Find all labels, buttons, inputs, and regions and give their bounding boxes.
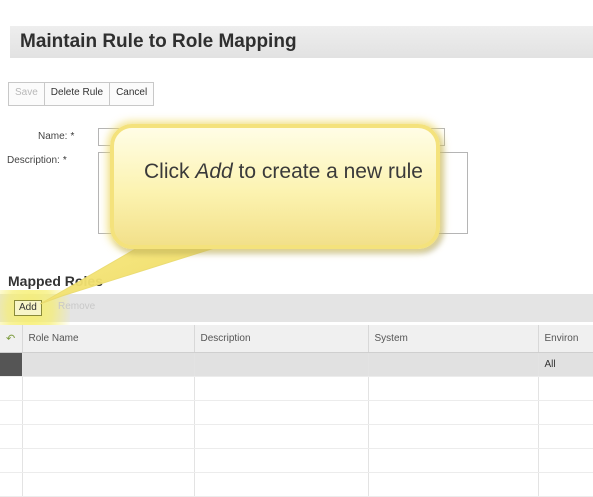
table-row[interactable]: All [0,352,593,377]
empty-cell [22,472,195,497]
title-bar: Maintain Rule to Role Mapping [10,26,593,58]
column-description[interactable]: Description [194,325,369,353]
callout-text: Click Add to create a new rule [144,158,424,186]
empty-cell [538,448,593,473]
table-row[interactable] [0,400,593,425]
tooltip-callout: Click Add to create a new rule [110,124,440,249]
cancel-button[interactable]: Cancel [110,83,154,105]
empty-cell [368,376,539,401]
required-marker: * [70,131,75,142]
row-selector[interactable] [0,376,23,401]
table-row[interactable] [0,472,593,497]
empty-cell [194,400,369,425]
callout-text-prefix: Click [144,160,196,183]
row-selector[interactable] [0,424,23,449]
name-label-text: Name: [38,131,68,142]
empty-cell [538,400,593,425]
callout-text-suffix: to create a new rule [232,160,423,183]
form-toolbar: Save Delete Rule Cancel [8,82,155,106]
row-selector[interactable] [0,472,23,497]
empty-cell [538,424,593,449]
table-row[interactable] [0,424,593,449]
empty-cell [368,472,539,497]
row-selector[interactable] [0,448,23,473]
column-environment[interactable]: Environ [538,325,593,353]
empty-cell [368,400,539,425]
callout-text-emphasis: Add [195,160,233,183]
table-row[interactable] [0,376,593,401]
empty-cell [194,376,369,401]
empty-cell [22,424,195,449]
system-cell[interactable] [368,352,539,377]
table-header-row: ↶ Role Name Description System Environ [0,325,593,353]
empty-cell [22,448,195,473]
save-button[interactable]: Save [9,83,45,105]
description-label: Description: * [7,155,67,166]
empty-cell [22,400,195,425]
empty-cell [194,472,369,497]
table-row[interactable] [0,448,593,473]
delete-rule-button[interactable]: Delete Rule [44,83,111,105]
row-selector[interactable] [0,400,23,425]
description-cell[interactable] [194,352,369,377]
role-name-cell[interactable] [22,352,195,377]
required-marker: * [62,155,67,166]
mapped-roles-title: Mapped Roles [8,273,103,289]
name-label: Name: * [38,131,74,142]
empty-cell [194,448,369,473]
page-title: Maintain Rule to Role Mapping [20,31,297,52]
environment-cell[interactable]: All [538,352,593,377]
empty-cell [194,424,369,449]
row-selector[interactable] [0,352,23,377]
empty-cell [22,376,195,401]
column-role-name[interactable]: Role Name [22,325,195,353]
empty-cell [368,448,539,473]
mapped-roles-table: ↶ Role Name Description System Environ A… [0,325,593,497]
empty-cell [538,376,593,401]
column-system[interactable]: System [368,325,539,353]
select-all-icon[interactable]: ↶ [0,325,23,353]
empty-cell [368,424,539,449]
description-label-text: Description: [7,155,60,166]
remove-button[interactable]: Remove [58,300,95,314]
add-button[interactable]: Add [14,300,42,316]
empty-cell [538,472,593,497]
